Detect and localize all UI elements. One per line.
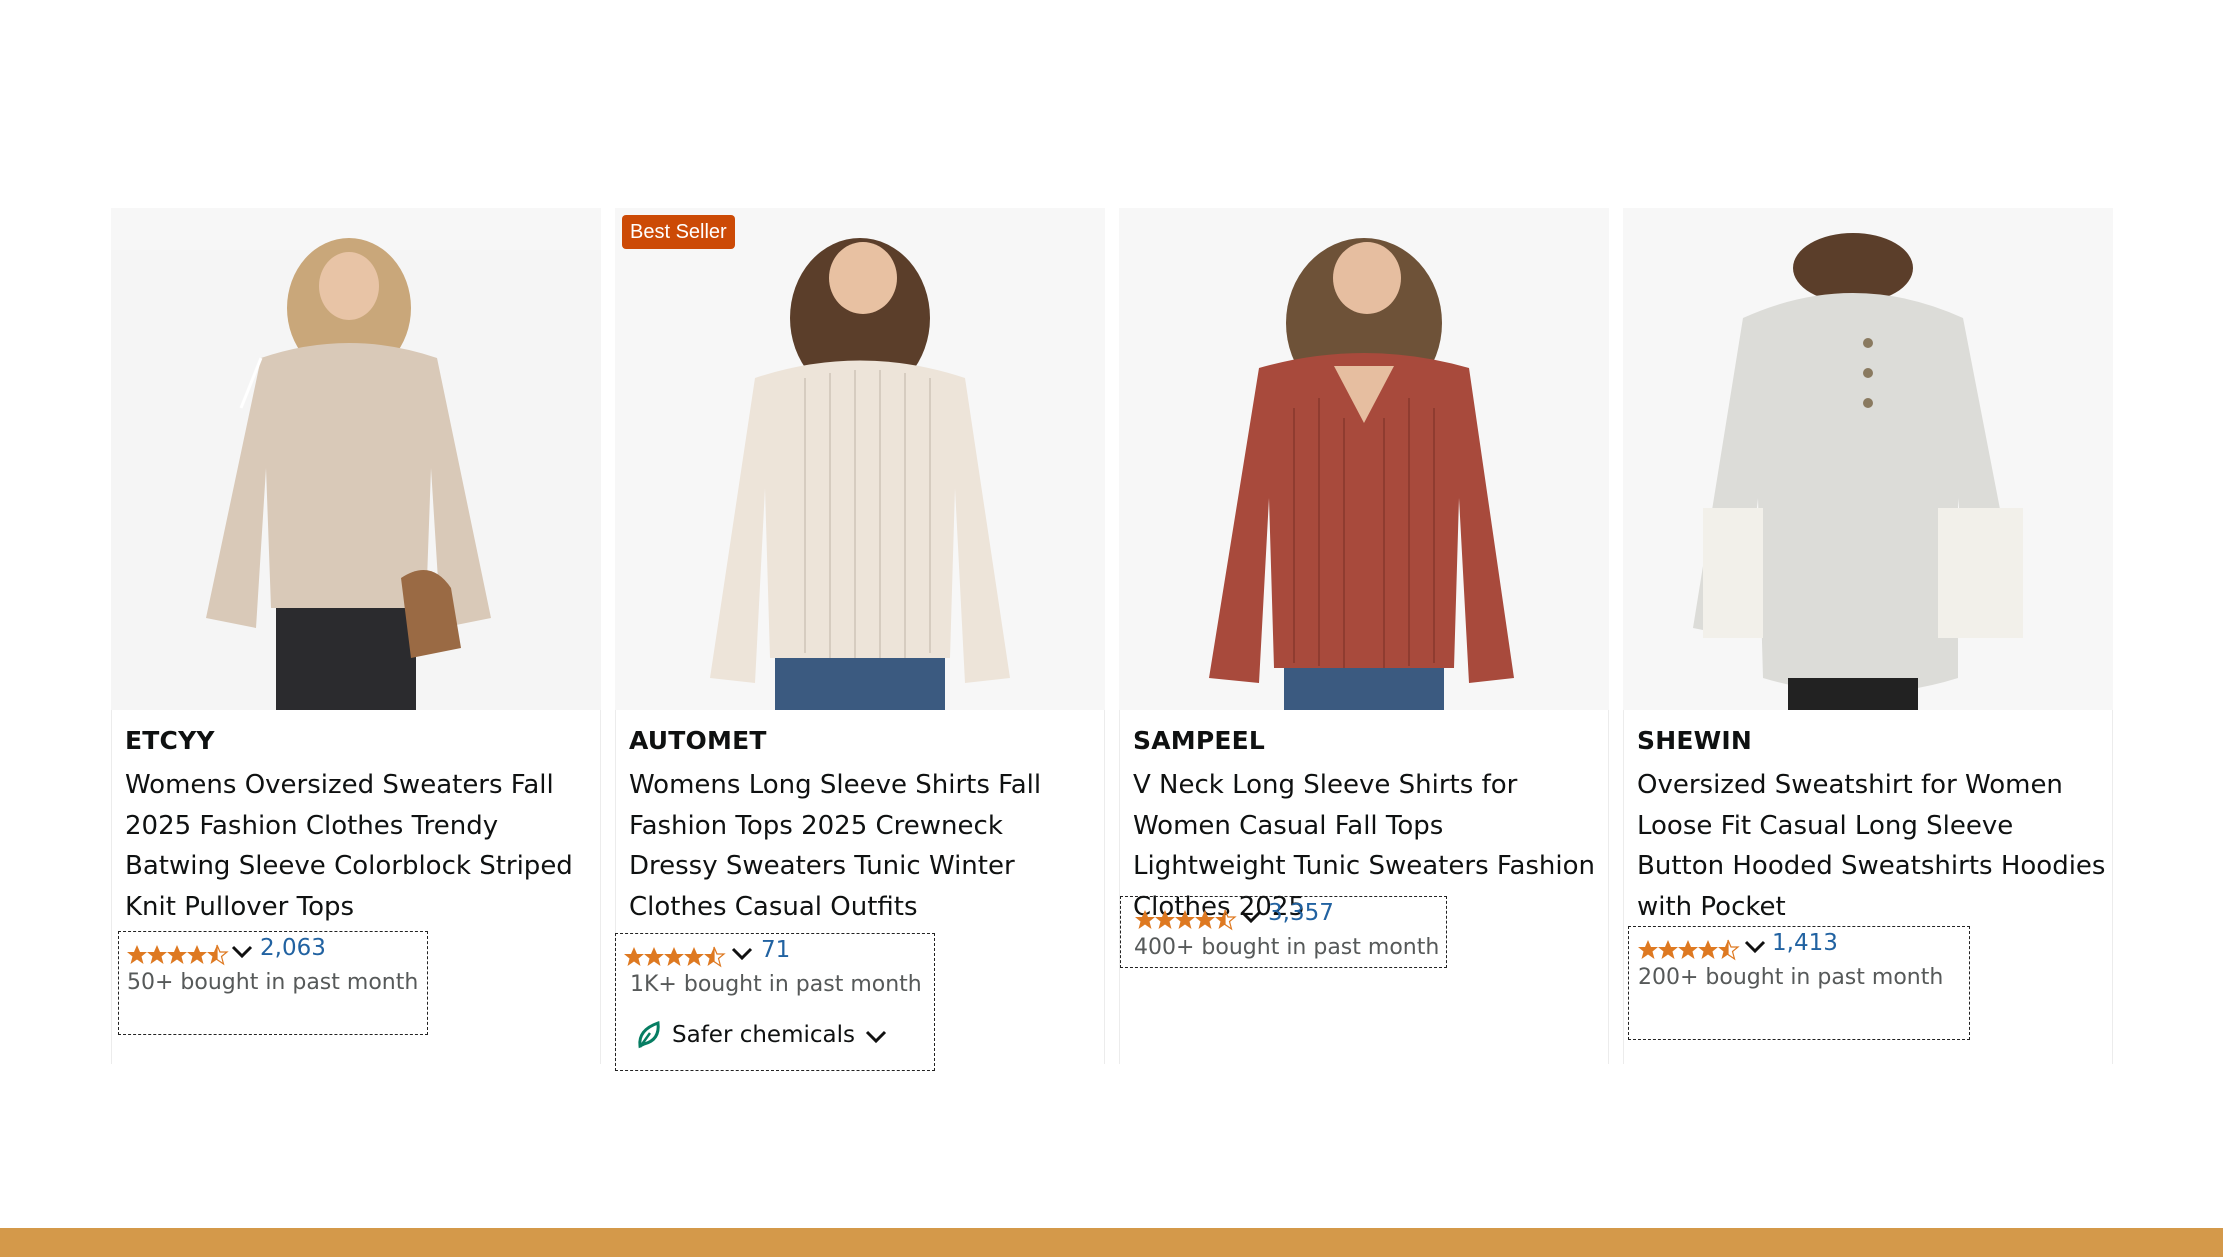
bought-text: 50+ bought in past month <box>127 970 419 995</box>
star-rating-icon[interactable] <box>127 944 231 966</box>
product-title[interactable]: Womens Oversized Sweaters Fall 2025 Fash… <box>125 765 595 927</box>
safer-chemicals-label: Safer chemicals <box>672 1022 855 1048</box>
product-image[interactable] <box>1623 208 2113 710</box>
rating-block: 2,063 50+ bought in past month <box>118 931 428 1035</box>
chevron-down-icon[interactable] <box>1240 909 1262 925</box>
rating-block: 71 1K+ bought in past month Safer chemic… <box>615 933 935 1071</box>
bought-text: 400+ bought in past month <box>1134 935 1440 960</box>
product-card[interactable]: SHEWIN Oversized Sweatshirt for Women Lo… <box>1623 208 2113 1064</box>
chevron-down-icon[interactable] <box>865 1029 887 1045</box>
product-brand: AUTOMET <box>629 726 767 755</box>
rating-count-link[interactable]: 71 <box>761 937 790 963</box>
chevron-down-icon[interactable] <box>1744 939 1766 955</box>
chevron-down-icon[interactable] <box>731 946 753 962</box>
leaf-icon <box>638 1020 660 1049</box>
chevron-down-icon[interactable] <box>231 944 253 960</box>
rating-block: 1,413 200+ bought in past month <box>1628 926 1970 1040</box>
safer-chemicals-toggle[interactable]: Safer chemicals <box>636 1020 887 1050</box>
star-rating-icon[interactable] <box>624 946 728 968</box>
rating-block: 3,357 400+ bought in past month <box>1120 896 1447 968</box>
best-seller-badge: Best Seller <box>622 215 735 249</box>
product-image[interactable] <box>1119 208 1609 710</box>
product-card[interactable]: SAMPEEL V Neck Long Sleeve Shirts for Wo… <box>1119 208 1609 1064</box>
star-rating-icon[interactable] <box>1638 939 1742 961</box>
bought-text: 200+ bought in past month <box>1638 965 1944 990</box>
product-brand: ETCYY <box>125 726 215 755</box>
product-grid: ETCYY Womens Oversized Sweaters Fall 202… <box>111 208 2114 1071</box>
star-rating-icon[interactable] <box>1135 909 1239 931</box>
product-card[interactable]: ETCYY Womens Oversized Sweaters Fall 202… <box>111 208 601 1064</box>
rating-count-link[interactable]: 3,357 <box>1268 900 1334 926</box>
bought-text: 1K+ bought in past month <box>630 972 922 997</box>
product-image[interactable]: Best Seller <box>615 208 1105 710</box>
rating-count-link[interactable]: 1,413 <box>1772 930 1838 956</box>
product-title[interactable]: Womens Long Sleeve Shirts Fall Fashion T… <box>629 765 1099 927</box>
product-brand: SHEWIN <box>1637 726 1753 755</box>
product-title[interactable]: Oversized Sweatshirt for Women Loose Fit… <box>1637 765 2107 927</box>
rating-count-link[interactable]: 2,063 <box>260 935 326 961</box>
product-brand: SAMPEEL <box>1133 726 1266 755</box>
footer-bar <box>0 1228 2223 1257</box>
product-card[interactable]: Best Seller AUTOMET Womens Long Sleeve S… <box>615 208 1105 1071</box>
product-image[interactable] <box>111 208 601 710</box>
